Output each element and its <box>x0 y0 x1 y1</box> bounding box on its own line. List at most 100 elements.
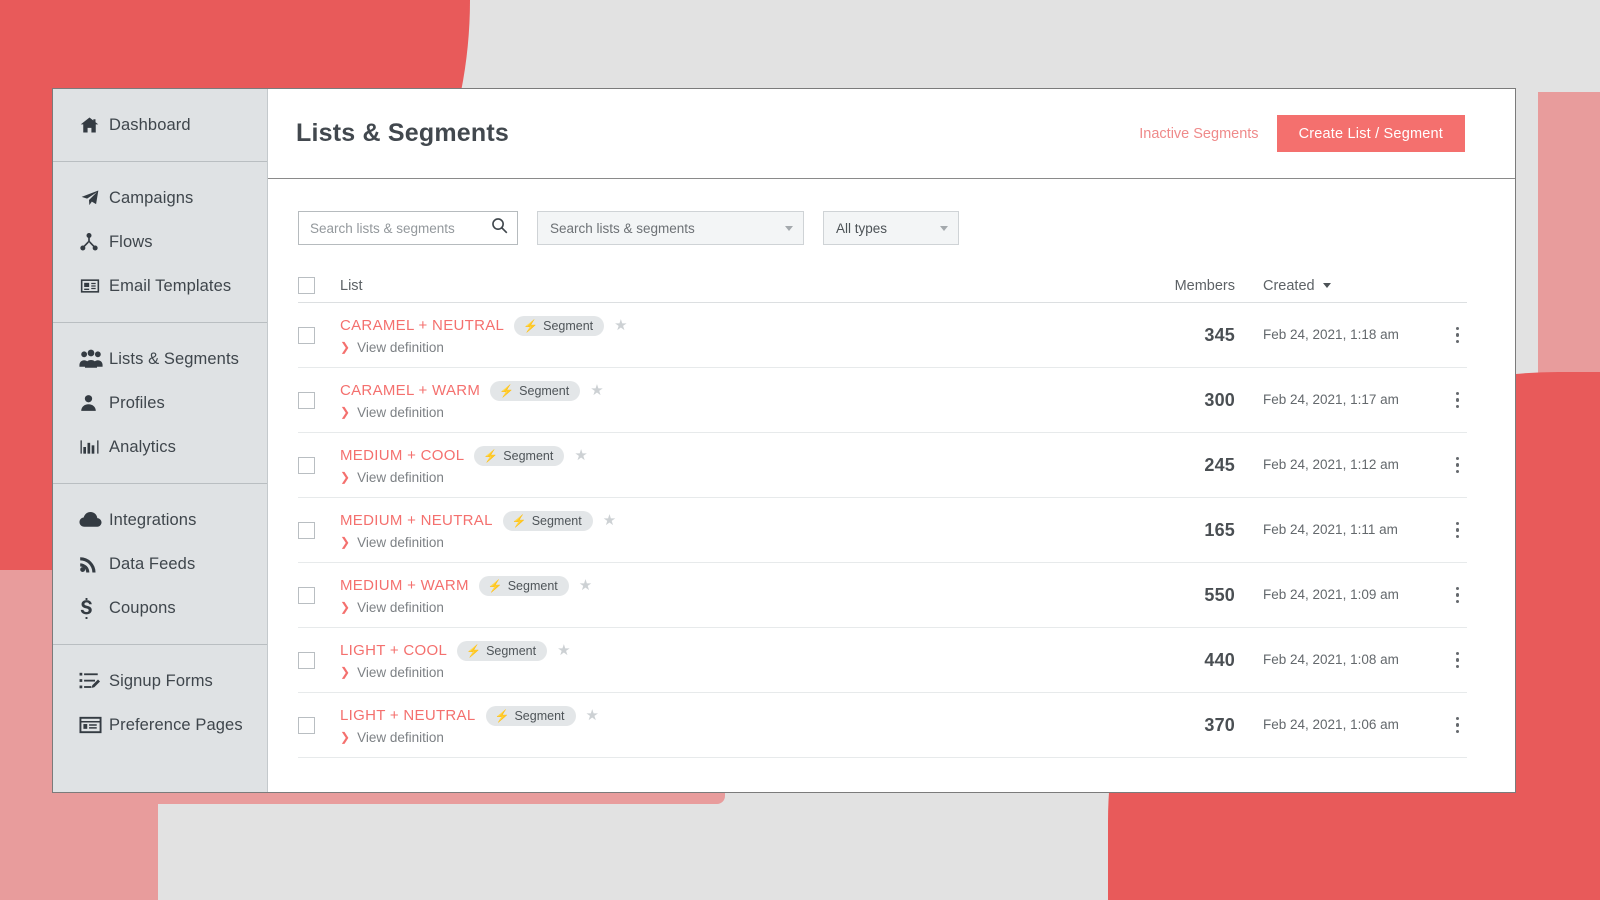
favorite-star-icon[interactable]: ★ <box>557 643 570 658</box>
view-definition-label: View definition <box>357 664 444 680</box>
row-overflow-menu-icon[interactable] <box>1448 386 1468 415</box>
row-name-line: CARAMEL + NEUTRAL ⚡ Segment ★ <box>340 315 1115 336</box>
chevron-right-icon: ❯ <box>340 730 351 744</box>
list-name-link[interactable]: LIGHT + NEUTRAL <box>340 707 476 724</box>
sort-desc-icon[interactable] <box>1322 283 1331 288</box>
inactive-segments-link[interactable]: Inactive Segments <box>1139 126 1258 142</box>
created-date: Feb 24, 2021, 1:08 am <box>1263 652 1399 667</box>
sidebar-item-signup-forms[interactable]: Signup Forms <box>53 659 267 703</box>
row-checkbox[interactable] <box>298 651 315 669</box>
view-definition-toggle[interactable]: ❯ View definition <box>340 470 1115 485</box>
row-checkbox[interactable] <box>298 521 315 539</box>
sidebar-item-integrations[interactable]: Integrations <box>53 498 267 542</box>
table-row[interactable]: LIGHT + NEUTRAL ⚡ Segment ★ ❯ View defin… <box>298 693 1467 758</box>
members-count: 245 <box>1204 454 1235 475</box>
created-date: Feb 24, 2021, 1:12 am <box>1263 457 1399 472</box>
row-created-cell: Feb 24, 2021, 1:06 am <box>1235 716 1403 734</box>
row-members-cell: 345 <box>1115 325 1235 346</box>
bolt-icon: ⚡ <box>499 383 515 398</box>
sidebar-item-label: Dashboard <box>109 115 191 134</box>
search-box[interactable] <box>298 211 518 245</box>
select-all-cell <box>298 277 340 294</box>
list-name-link[interactable]: MEDIUM + NEUTRAL <box>340 512 493 529</box>
row-actions-cell <box>1403 386 1467 415</box>
row-checkbox[interactable] <box>298 391 315 409</box>
row-overflow-menu-icon[interactable] <box>1448 646 1468 675</box>
row-checkbox[interactable] <box>298 456 315 474</box>
members-count: 370 <box>1204 714 1235 735</box>
favorite-star-icon[interactable]: ★ <box>590 383 603 398</box>
favorite-star-icon[interactable]: ★ <box>614 318 627 333</box>
magnifier-icon[interactable] <box>491 217 508 239</box>
sidebar-item-coupons[interactable]: Coupons <box>53 586 267 630</box>
sidebar-item-label: Campaigns <box>109 188 194 207</box>
row-checkbox[interactable] <box>298 586 315 604</box>
sidebar-item-label: Preference Pages <box>109 715 243 734</box>
sidebar-item-campaigns[interactable]: Campaigns <box>53 176 267 220</box>
row-overflow-menu-icon[interactable] <box>1448 321 1468 350</box>
members-count: 165 <box>1204 519 1235 540</box>
column-header-members[interactable]: Members <box>1115 277 1235 295</box>
sidebar-item-analytics[interactable]: Analytics <box>53 425 267 469</box>
table-row[interactable]: CARAMEL + WARM ⚡ Segment ★ ❯ View defini… <box>298 368 1467 433</box>
sidebar-item-preference-pages[interactable]: Preference Pages <box>53 703 267 747</box>
type-filter-select[interactable]: All types <box>823 211 959 245</box>
list-name-link[interactable]: CARAMEL + WARM <box>340 382 480 399</box>
bolt-icon: ⚡ <box>483 448 499 463</box>
row-list-cell: LIGHT + COOL ⚡ Segment ★ ❯ View definiti… <box>340 640 1115 680</box>
view-definition-toggle[interactable]: ❯ View definition <box>340 600 1115 615</box>
sidebar-item-email-templates[interactable]: Email Templates <box>53 264 267 308</box>
list-name-link[interactable]: MEDIUM + WARM <box>340 577 469 594</box>
create-list-segment-button[interactable]: Create List / Segment <box>1276 115 1465 152</box>
sidebar-item-lists-segments[interactable]: Lists & Segments <box>53 337 267 381</box>
segment-badge-label: Segment <box>514 708 565 723</box>
segment-badge-label: Segment <box>531 513 582 528</box>
type-filter-value: All types <box>836 220 888 236</box>
sidebar-item-flows[interactable]: Flows <box>53 220 267 264</box>
table-row[interactable]: LIGHT + COOL ⚡ Segment ★ ❯ View definiti… <box>298 628 1467 693</box>
segment-filter-select[interactable]: Search lists & segments <box>537 211 804 245</box>
view-definition-toggle[interactable]: ❯ View definition <box>340 405 1115 420</box>
row-overflow-menu-icon[interactable] <box>1448 711 1468 740</box>
sidebar-item-profiles[interactable]: Profiles <box>53 381 267 425</box>
segment-badge-label: Segment <box>519 383 570 398</box>
chevron-right-icon: ❯ <box>340 340 351 354</box>
row-created-cell: Feb 24, 2021, 1:08 am <box>1235 651 1403 669</box>
sidebar-item-label: Lists & Segments <box>109 349 239 368</box>
chevron-right-icon: ❯ <box>340 600 351 614</box>
view-definition-toggle[interactable]: ❯ View definition <box>340 665 1115 680</box>
sidebar-item-data-feeds[interactable]: Data Feeds <box>53 542 267 586</box>
segment-badge: ⚡ Segment <box>502 510 593 531</box>
search-input[interactable] <box>310 220 491 236</box>
list-name-link[interactable]: LIGHT + COOL <box>340 642 447 659</box>
table-row[interactable]: MEDIUM + COOL ⚡ Segment ★ ❯ View definit… <box>298 433 1467 498</box>
favorite-star-icon[interactable]: ★ <box>574 448 587 463</box>
row-overflow-menu-icon[interactable] <box>1448 451 1468 480</box>
favorite-star-icon[interactable]: ★ <box>579 578 592 593</box>
table-row[interactable]: CARAMEL + NEUTRAL ⚡ Segment ★ ❯ View def… <box>298 303 1467 368</box>
list-name-link[interactable]: CARAMEL + NEUTRAL <box>340 317 504 334</box>
row-checkbox[interactable] <box>298 326 315 344</box>
column-header-created[interactable]: Created <box>1235 278 1403 294</box>
bar-chart-icon <box>79 437 109 457</box>
view-definition-toggle[interactable]: ❯ View definition <box>340 730 1115 745</box>
row-list-cell: MEDIUM + WARM ⚡ Segment ★ ❯ View definit… <box>340 575 1115 615</box>
column-header-list[interactable]: List <box>340 277 1115 295</box>
view-definition-toggle[interactable]: ❯ View definition <box>340 535 1115 550</box>
view-definition-toggle[interactable]: ❯ View definition <box>340 340 1115 355</box>
view-definition-label: View definition <box>357 339 444 355</box>
lists-table: List Members Created CARAMEL + NEUTRAL ⚡ <box>268 269 1515 758</box>
row-overflow-menu-icon[interactable] <box>1448 516 1468 545</box>
list-name-link[interactable]: MEDIUM + COOL <box>340 447 464 464</box>
row-overflow-menu-icon[interactable] <box>1448 581 1468 610</box>
select-all-checkbox[interactable] <box>298 277 315 294</box>
row-actions-cell <box>1403 451 1467 480</box>
table-row[interactable]: MEDIUM + WARM ⚡ Segment ★ ❯ View definit… <box>298 563 1467 628</box>
row-select-cell <box>298 521 340 539</box>
favorite-star-icon[interactable]: ★ <box>586 708 599 723</box>
table-row[interactable]: MEDIUM + NEUTRAL ⚡ Segment ★ ❯ View defi… <box>298 498 1467 563</box>
row-checkbox[interactable] <box>298 716 315 734</box>
favorite-star-icon[interactable]: ★ <box>603 513 616 528</box>
sidebar-item-dashboard[interactable]: Dashboard <box>53 103 267 147</box>
row-list-cell: CARAMEL + WARM ⚡ Segment ★ ❯ View defini… <box>340 380 1115 420</box>
